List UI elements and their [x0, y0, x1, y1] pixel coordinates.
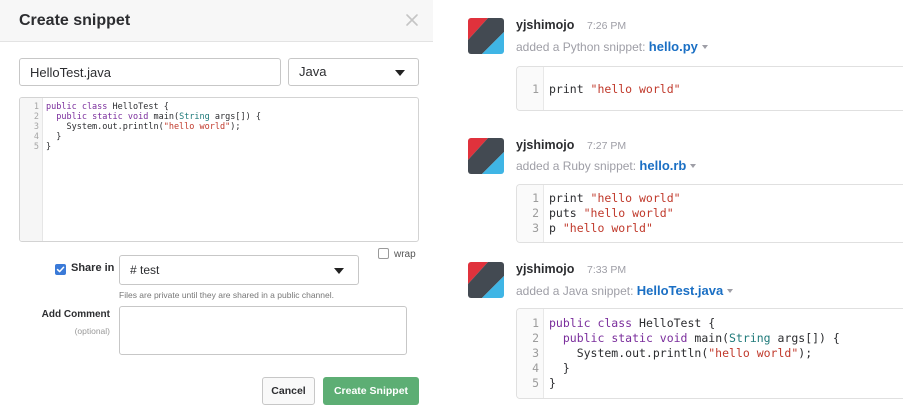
- create-snippet-modal: Create snippet Java 1 public class HelloT…: [0, 0, 433, 413]
- code-text: }: [46, 142, 52, 152]
- line-number: 1: [532, 82, 539, 96]
- language-select[interactable]: Java: [288, 58, 419, 86]
- code-text: public static void main(String args[]) {: [56, 112, 261, 122]
- message-username[interactable]: yjshimojo: [516, 138, 574, 152]
- code-line: 3 p "hello world": [517, 221, 653, 236]
- code-line: 2 puts "hello world": [517, 206, 674, 221]
- code-text: System.out.println("hello world");: [549, 346, 813, 360]
- chevron-down-icon: [395, 70, 405, 76]
- line-number: 1: [33, 102, 39, 112]
- editor-lines: 1 public class HelloTest {2 public static…: [20, 102, 261, 152]
- code-snippet[interactable]: 1 print "hello world" 2 puts "hello world" 3…: [516, 184, 903, 243]
- line-number: 2: [532, 206, 539, 220]
- create-snippet-button[interactable]: Create Snippet: [323, 377, 419, 405]
- line-number: 1: [532, 316, 539, 330]
- snippet-filename-link[interactable]: hello.rb: [639, 158, 686, 173]
- message-username[interactable]: yjshimojo: [516, 18, 574, 32]
- code-text: puts "hello world": [549, 206, 674, 220]
- code-snippet[interactable]: 1 print "hello world": [516, 66, 903, 111]
- cancel-button[interactable]: Cancel: [262, 377, 315, 405]
- message-meta: added a Python snippet: hello.py: [516, 39, 708, 54]
- code-line: 1 print "hello world": [517, 191, 681, 206]
- code-text: System.out.println("hello world");: [46, 122, 241, 132]
- snippet-title-input[interactable]: [19, 58, 281, 86]
- code-line: 2 public static void main(String args[])…: [517, 331, 840, 346]
- line-number: 1: [532, 191, 539, 205]
- code-line: 3 System.out.println("hello world");: [20, 122, 241, 132]
- channel-select[interactable]: # test: [119, 255, 359, 285]
- avatar-icon[interactable]: [468, 138, 504, 174]
- code-line: 1 print "hello world": [517, 82, 681, 97]
- comment-textarea[interactable]: [119, 306, 407, 355]
- code-line: 2 public static void main(String args[])…: [20, 112, 261, 122]
- snippet-filename-link[interactable]: HelloTest.java: [637, 283, 723, 298]
- code-line: 1 public class HelloTest {: [517, 316, 715, 331]
- avatar-icon[interactable]: [468, 18, 504, 54]
- code-editor[interactable]: 1 public class HelloTest {2 public static…: [19, 97, 419, 242]
- share-hint: Files are private until they are shared …: [119, 290, 334, 300]
- code-text: print "hello world": [549, 82, 681, 96]
- code-text: }: [549, 361, 570, 375]
- message-username[interactable]: yjshimojo: [516, 262, 574, 276]
- code-text: public static void main(String args[]) {: [562, 331, 840, 345]
- language-select-value: Java: [299, 64, 327, 79]
- code-line: 3 System.out.println("hello world");: [517, 346, 812, 361]
- code-text: }: [46, 132, 62, 142]
- chevron-down-icon: [334, 268, 344, 274]
- snippet-lines: 1 print "hello world" 2 puts "hello world" 3…: [517, 191, 681, 236]
- code-line: 4 }: [20, 132, 61, 142]
- message-meta: added a Java snippet: HelloTest.java: [516, 283, 734, 298]
- comment-optional-label: (optional): [74, 326, 110, 336]
- line-number: 5: [532, 376, 539, 390]
- chevron-down-icon[interactable]: [727, 289, 734, 293]
- message-timestamp[interactable]: 7:33 PM: [587, 264, 626, 276]
- message-meta: added a Ruby snippet: hello.rb: [516, 158, 697, 173]
- line-number: 3: [532, 221, 539, 235]
- snippet-filename-link[interactable]: hello.py: [649, 39, 698, 54]
- snippet-lines: 1 public class HelloTest {2 public static…: [517, 316, 840, 391]
- modal-title: Create snippet: [19, 12, 131, 29]
- add-comment-label: Add Comment: [41, 309, 110, 320]
- checkbox-checked-icon[interactable]: [55, 264, 66, 275]
- close-icon[interactable]: [405, 13, 419, 27]
- code-text: public class HelloTest {: [46, 102, 169, 112]
- code-snippet[interactable]: 1 public class HelloTest {2 public static…: [516, 308, 903, 399]
- line-number: 3: [33, 122, 39, 132]
- share-in-label: Share in: [71, 262, 115, 274]
- modal-header: Create snippet: [0, 0, 433, 42]
- code-line: 5}: [517, 376, 556, 391]
- chevron-down-icon[interactable]: [701, 45, 708, 49]
- code-text: public class HelloTest {: [549, 316, 716, 330]
- message-timestamp[interactable]: 7:27 PM: [587, 140, 626, 152]
- code-text: print "hello world": [549, 191, 681, 205]
- snippet-prefix: added a Python snippet:: [516, 40, 649, 54]
- snippet-lines: 1 print "hello world": [517, 82, 681, 97]
- line-number: 2: [532, 331, 539, 345]
- chevron-down-icon[interactable]: [690, 164, 697, 168]
- line-number: 2: [33, 112, 39, 122]
- line-number: 3: [532, 346, 539, 360]
- message-list: yjshimojo 7:26 PM added a Python snippet…: [448, 0, 903, 413]
- code-line: 1 public class HelloTest {: [20, 102, 169, 112]
- message-timestamp[interactable]: 7:26 PM: [587, 20, 626, 32]
- code-line: 5}: [20, 142, 51, 152]
- wrap-checkbox[interactable]: [378, 248, 389, 259]
- wrap-label: wrap: [394, 249, 416, 260]
- wrap-toggle[interactable]: wrap: [378, 248, 416, 262]
- code-text: }: [549, 376, 556, 390]
- snippet-prefix: added a Ruby snippet:: [516, 159, 640, 173]
- avatar-icon[interactable]: [468, 262, 504, 298]
- line-number: 4: [532, 361, 539, 375]
- line-number: 4: [33, 132, 39, 142]
- channel-select-value: # test: [130, 263, 160, 277]
- snippet-prefix: added a Java snippet:: [516, 284, 637, 298]
- code-text: p "hello world": [549, 221, 653, 235]
- line-number: 5: [33, 142, 39, 152]
- code-line: 4 }: [517, 361, 570, 376]
